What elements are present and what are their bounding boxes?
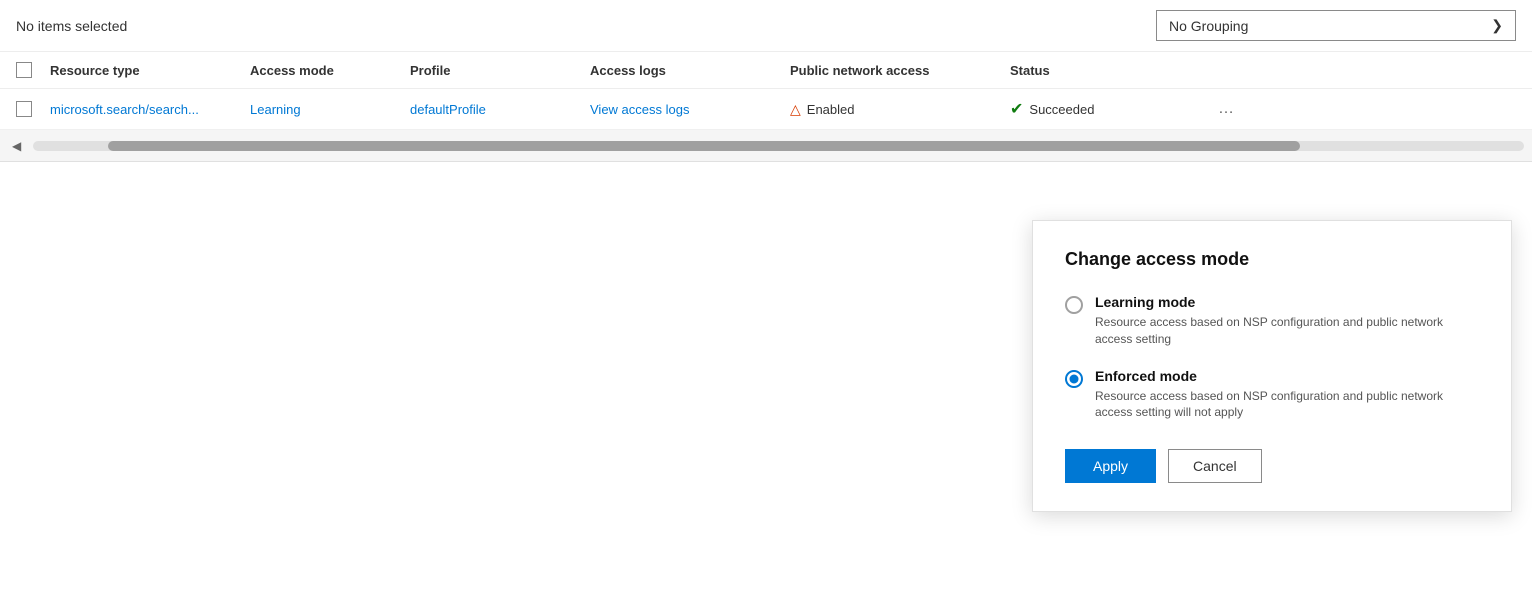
header-profile: Profile [410, 63, 590, 78]
change-access-mode-popup: Change access mode Learning mode Resourc… [1032, 220, 1512, 512]
profile-link[interactable]: defaultProfile [410, 102, 486, 117]
select-all-checkbox[interactable] [16, 62, 32, 78]
learning-mode-label: Learning mode [1095, 294, 1479, 310]
scroll-left-button[interactable]: ◀ [8, 137, 25, 155]
grouping-label: No Grouping [1169, 18, 1248, 34]
scroll-thumb [108, 141, 1301, 151]
warning-icon: △ [790, 101, 801, 118]
cancel-button[interactable]: Cancel [1168, 449, 1262, 483]
popup-title: Change access mode [1065, 249, 1479, 270]
row-public-network: △ Enabled [790, 101, 1010, 118]
enforced-mode-description: Resource access based on NSP configurati… [1095, 388, 1479, 422]
scrollbar-area: ◀ [0, 130, 1532, 162]
learning-mode-description: Resource access based on NSP configurati… [1095, 314, 1479, 348]
row-ellipsis-button[interactable]: … [1210, 100, 1242, 117]
header-access-logs: Access logs [590, 63, 790, 78]
learning-mode-radio[interactable] [1065, 296, 1083, 314]
apply-button[interactable]: Apply [1065, 449, 1156, 483]
access-mode-link[interactable]: Learning [250, 102, 301, 117]
scroll-track[interactable] [33, 141, 1524, 151]
row-profile: defaultProfile [410, 102, 590, 117]
header-access-mode: Access mode [250, 63, 410, 78]
learning-mode-label-group: Learning mode Resource access based on N… [1095, 294, 1479, 348]
status-succeeded: ✔ Succeeded [1010, 99, 1210, 119]
enforced-mode-label-group: Enforced mode Resource access based on N… [1095, 368, 1479, 422]
header-public-network: Public network access [790, 63, 1010, 78]
header-status: Status [1010, 63, 1210, 78]
row-actions: … [1210, 100, 1270, 118]
success-icon: ✔ [1010, 99, 1023, 119]
row-status: ✔ Succeeded [1010, 99, 1210, 119]
header-resource-type: Resource type [50, 63, 250, 78]
enforced-mode-radio[interactable] [1065, 370, 1083, 388]
access-logs-link[interactable]: View access logs [590, 102, 689, 117]
popup-buttons: Apply Cancel [1065, 449, 1479, 483]
chevron-down-icon: ❯ [1491, 17, 1503, 34]
row-access-logs: View access logs [590, 102, 790, 117]
header-checkbox-col [0, 62, 50, 78]
status-label: Succeeded [1029, 102, 1094, 117]
grouping-dropdown[interactable]: No Grouping ❯ [1156, 10, 1516, 41]
top-bar: No items selected No Grouping ❯ [0, 0, 1532, 52]
enabled-label: Enabled [807, 102, 855, 117]
resource-type-link[interactable]: microsoft.search/search... [50, 102, 199, 117]
learning-mode-option[interactable]: Learning mode Resource access based on N… [1065, 294, 1479, 348]
row-checkbox-col [0, 101, 50, 117]
no-items-label: No items selected [16, 18, 127, 34]
row-access-mode: Learning [250, 102, 410, 117]
enforced-mode-option[interactable]: Enforced mode Resource access based on N… [1065, 368, 1479, 422]
table-header: Resource type Access mode Profile Access… [0, 52, 1532, 89]
public-network-status: △ Enabled [790, 101, 1010, 118]
table-row: microsoft.search/search... Learning defa… [0, 89, 1532, 130]
row-resource-type: microsoft.search/search... [50, 102, 250, 117]
enforced-mode-label: Enforced mode [1095, 368, 1479, 384]
row-checkbox[interactable] [16, 101, 32, 117]
